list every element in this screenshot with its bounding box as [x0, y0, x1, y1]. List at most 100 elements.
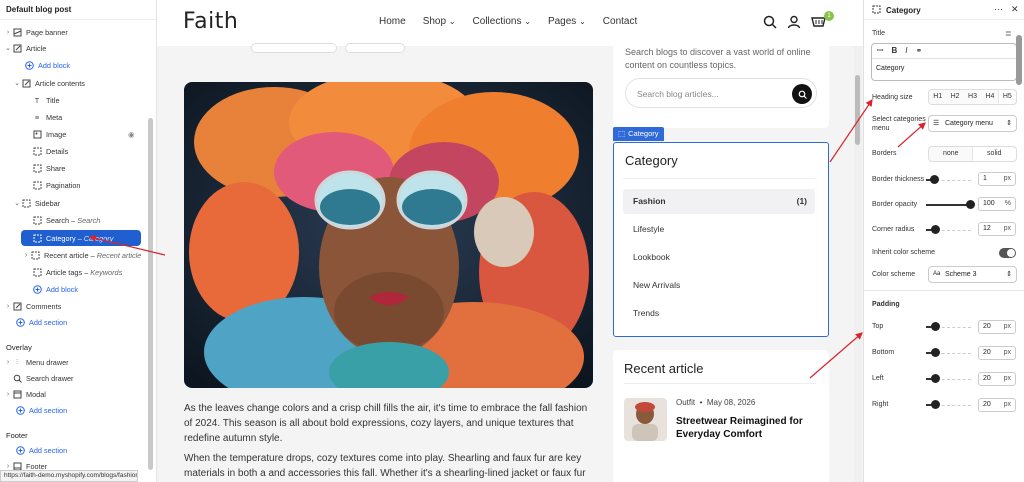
padding-bottom-input[interactable]: 20 px [978, 346, 1016, 360]
slider-knob[interactable] [966, 200, 975, 209]
add-block-button[interactable]: Add block [0, 57, 148, 73]
nav-pages[interactable]: Pages ⌄ [548, 16, 586, 27]
border-thickness-input[interactable]: 1 px [978, 172, 1016, 186]
tree-item-search[interactable]: Search – Search [0, 212, 148, 228]
add-section-button[interactable]: Add section [0, 402, 148, 418]
bold-icon[interactable]: B [892, 44, 898, 58]
database-icon[interactable]: ≣ [1005, 29, 1012, 38]
group-title-footer: Footer [6, 431, 28, 440]
padding-top-label: Top [872, 323, 884, 330]
preview-scrollbar[interactable] [855, 75, 860, 145]
nav-collections[interactable]: Collections ⌄ [473, 16, 531, 27]
link-icon[interactable]: ⚭ [916, 44, 923, 58]
padding-right-input[interactable]: 20 px [978, 398, 1016, 412]
category-item-lookbook[interactable]: Lookbook [623, 245, 815, 270]
tree-item-share[interactable]: Share [0, 160, 148, 176]
block-icon [30, 250, 40, 260]
chevron-updown-icon: ⇕ [1006, 120, 1012, 127]
slider-knob[interactable] [931, 322, 940, 331]
border-none-option[interactable]: none [929, 147, 973, 161]
heading-size-label: Heading size [872, 94, 913, 101]
tree-item-recent-article[interactable]: › Recent article – Recent article [0, 247, 148, 263]
category-item-fashion[interactable]: Fashion (1) [623, 189, 815, 214]
blog-search-input[interactable]: Search blog articles... [625, 78, 817, 108]
status-url: https://faith-demo.myshopify.com/blogs/f… [0, 470, 138, 482]
slider-knob[interactable] [931, 225, 940, 234]
nav-home[interactable]: Home [379, 16, 406, 27]
color-scheme-select[interactable]: Aa Scheme 3 ⇕ [928, 266, 1017, 283]
eye-icon[interactable]: ◉ [128, 130, 134, 139]
tree-item-title[interactable]: T Title [0, 92, 148, 108]
recent-article-headline[interactable]: Streetwear Reimagined for Everyday Comfo… [676, 415, 821, 441]
site-logo[interactable]: Faith [183, 9, 238, 34]
padding-left-input[interactable]: 20 px [978, 372, 1016, 386]
clear-format-icon[interactable]: ꟷ [877, 44, 884, 58]
add-section-button[interactable]: Add section [0, 314, 148, 330]
tree-item-modal[interactable]: › Modal [0, 386, 148, 402]
padding-top-input[interactable]: 20 px [978, 320, 1016, 334]
tree-item-article-tags[interactable]: Article tags – Keywords [0, 264, 148, 280]
heading-h3[interactable]: H3 [964, 90, 981, 104]
tree-item-category[interactable]: Category – Category [21, 230, 141, 246]
border-solid-option[interactable]: solid [972, 147, 1016, 161]
search-submit-button[interactable] [792, 84, 812, 104]
tree-item-image[interactable]: Image ◉ [0, 126, 148, 142]
main-nav: Home Shop ⌄ Collections ⌄ Pages ⌄ Contac… [379, 16, 654, 27]
edit-icon [21, 78, 31, 88]
heading-h2[interactable]: H2 [946, 90, 963, 104]
recent-article-title: Recent article [624, 361, 704, 376]
heading-h5[interactable]: H5 [998, 90, 1016, 104]
border-opacity-slider[interactable] [926, 204, 971, 206]
sliders-icon: ⫶ [16, 357, 18, 366]
tree-item-page-banner[interactable]: › Page banner [0, 24, 148, 40]
slider-knob[interactable] [931, 400, 940, 409]
nav-shop[interactable]: Shop ⌄ [423, 16, 456, 27]
category-block[interactable]: Category Fashion (1) Lifestyle Lookbook N… [613, 142, 829, 337]
scheme-swatch-icon: Aa [933, 271, 941, 277]
search-icon[interactable] [763, 15, 777, 31]
meta-pill [251, 43, 337, 53]
tree-item-article[interactable]: ⌄ Article [0, 40, 148, 56]
heading-h4[interactable]: H4 [981, 90, 998, 104]
settings-scrollbar[interactable] [1016, 35, 1022, 85]
panel-title: Default blog post [0, 0, 156, 20]
tree-item-comments[interactable]: › Comments [0, 298, 148, 314]
heading-h1[interactable]: H1 [929, 90, 946, 104]
border-opacity-input[interactable]: 100% [978, 197, 1016, 211]
title-richtext-field[interactable]: ꟷ B I ⚭ Category [871, 43, 1017, 81]
tree-item-meta[interactable]: ≡ Meta [0, 109, 148, 125]
meta-pill [345, 43, 405, 53]
category-item-trends[interactable]: Trends [623, 301, 815, 326]
account-icon[interactable] [787, 15, 801, 31]
padding-left-label: Left [872, 375, 884, 382]
tree-item-menu-drawer[interactable]: › ⫶ Menu drawer [0, 354, 148, 370]
title-label: Title [872, 30, 885, 37]
tree-item-details[interactable]: Details [0, 143, 148, 159]
add-block-button[interactable]: Add block [0, 281, 148, 297]
chevron-updown-icon: ⇕ [1006, 271, 1012, 278]
nav-contact[interactable]: Contact [603, 16, 637, 27]
italic-icon[interactable]: I [905, 44, 907, 58]
inherit-scheme-toggle[interactable] [999, 248, 1016, 258]
slider-knob[interactable] [931, 348, 940, 357]
block-icon [872, 5, 881, 16]
slider-knob[interactable] [931, 374, 940, 383]
tree-item-pagination[interactable]: Pagination [0, 177, 148, 193]
borders-selector[interactable]: none solid [928, 146, 1017, 162]
categories-menu-select[interactable]: ☰ Category menu ⇕ [928, 115, 1017, 132]
category-item-new-arrivals[interactable]: New Arrivals [623, 273, 815, 298]
heading-size-selector[interactable]: H1 H2 H3 H4 H5 [928, 89, 1017, 105]
tree-item-article-contents[interactable]: ⌄ Article contents [0, 75, 148, 91]
tree-item-search-drawer[interactable]: Search drawer [0, 370, 148, 386]
more-icon[interactable]: ··· [994, 4, 1003, 14]
corner-radius-input[interactable]: 12 px [978, 222, 1016, 236]
recent-article-thumbnail[interactable] [624, 398, 667, 441]
close-icon[interactable]: ✕ [1011, 4, 1019, 15]
category-item-lifestyle[interactable]: Lifestyle [623, 217, 815, 242]
slider-knob[interactable] [930, 175, 939, 184]
preview-canvas: Faith Home Shop ⌄ Collections ⌄ Pages ⌄ … [157, 0, 863, 482]
add-section-button[interactable]: Add section [0, 442, 148, 458]
padding-title: Padding [872, 301, 900, 308]
left-scrollbar[interactable] [148, 118, 153, 470]
tree-item-sidebar[interactable]: ⌄ Sidebar [0, 195, 148, 211]
